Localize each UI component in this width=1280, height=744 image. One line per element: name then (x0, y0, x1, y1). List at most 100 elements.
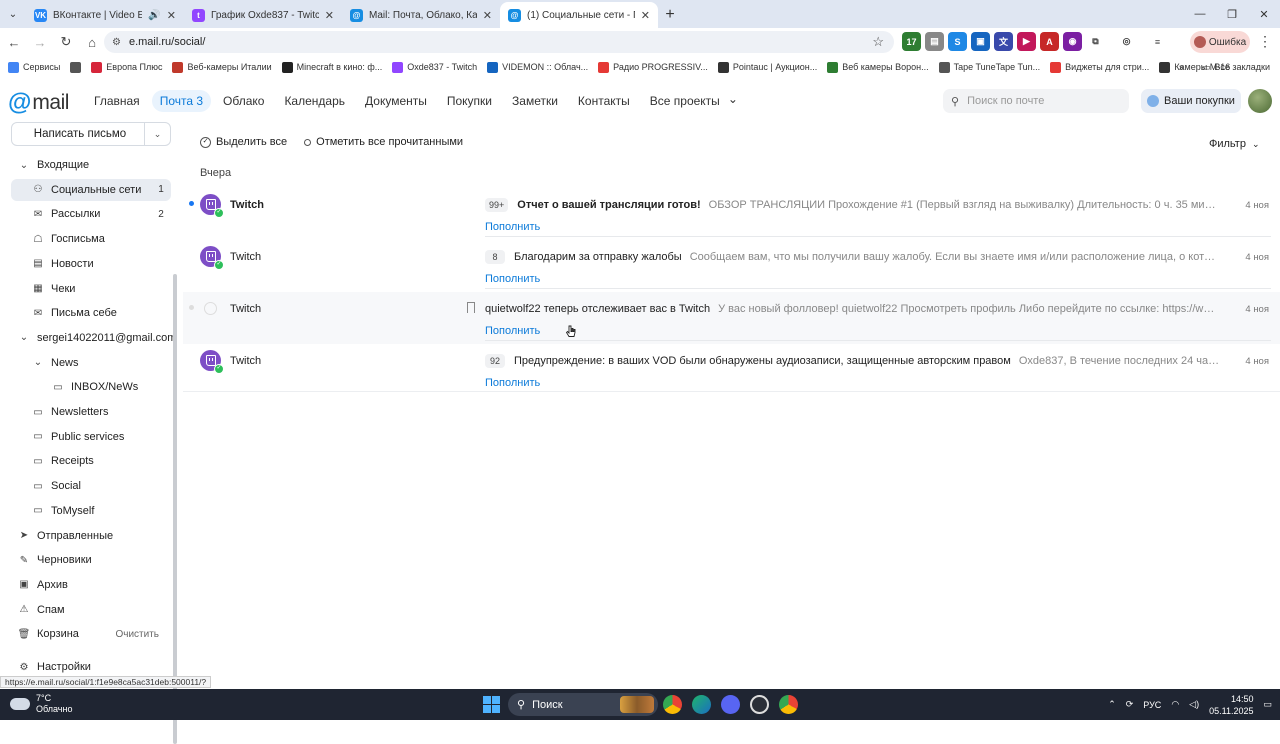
filter-button[interactable]: Фильтр ⌄ (1209, 138, 1260, 150)
nav-item[interactable]: Все проекты (642, 90, 728, 112)
restore-icon[interactable]: ❐ (1216, 0, 1248, 28)
sidebar-item[interactable]: ✉ Письма себе (11, 302, 171, 324)
close-tab-icon[interactable]: ✕ (325, 9, 334, 22)
nav-item[interactable]: Контакты (570, 90, 638, 112)
user-avatar[interactable] (1248, 89, 1272, 113)
sidebar-item[interactable]: ▤ Новости (11, 253, 171, 275)
all-bookmarks-button[interactable]: » ▭ Все закладки (1179, 56, 1270, 78)
clock[interactable]: 14:50 05.11.2025 (1209, 693, 1253, 717)
chevron-right-icon[interactable]: » (1179, 62, 1184, 72)
account-folder[interactable]: ▭ Public services (11, 426, 171, 448)
network-icon[interactable]: ⟳ (1126, 699, 1134, 710)
forward-icon[interactable]: → (28, 30, 52, 54)
bookmark-item[interactable]: Европа Плюс (91, 61, 162, 73)
folder-inbox[interactable]: ⌄ Входящие (11, 154, 171, 176)
extension-icon[interactable]: ◉ (1063, 32, 1082, 51)
topup-link[interactable]: Пополнить (485, 325, 540, 337)
clear-trash-button[interactable]: Очистить (115, 629, 159, 640)
home-icon[interactable]: ⌂ (80, 30, 104, 54)
bookmark-item[interactable]: Pointauc | Аукцион... (717, 61, 817, 73)
bookmark-flag-icon[interactable] (467, 302, 475, 313)
account-folder[interactable]: ▭ INBOX/NeWs (11, 376, 171, 398)
bookmark-item[interactable]: Tape TuneTape Tun... (938, 61, 1040, 73)
windows-start-icon[interactable] (483, 696, 500, 713)
settings-link[interactable]: ⚙ Настройки (11, 656, 171, 678)
close-tab-icon[interactable]: ✕ (483, 9, 492, 22)
extension-icon[interactable]: ▤ (925, 32, 944, 51)
extension-icon[interactable]: A (1040, 32, 1059, 51)
nav-item[interactable]: Покупки (439, 90, 500, 112)
language-indicator[interactable]: РУС (1143, 700, 1161, 710)
purchases-button[interactable]: Ваши покупки (1141, 89, 1241, 113)
close-tab-icon[interactable]: ✕ (167, 9, 176, 22)
bookmark-item[interactable]: Радио PROGRESSIV... (598, 61, 708, 73)
mail-logo[interactable]: @ mail (8, 89, 69, 117)
nav-item[interactable]: Документы (357, 90, 435, 112)
nav-item[interactable]: Календарь (276, 90, 353, 112)
chrome-icon[interactable] (663, 695, 682, 714)
message-row[interactable]: Twitch quietwolf22 теперь отслеживает вас… (183, 292, 1280, 344)
topup-link[interactable]: Пополнить (485, 273, 540, 285)
notifications-icon[interactable]: ▭ (1263, 699, 1272, 710)
account-folder[interactable]: ▭ Social (11, 475, 171, 497)
account-group[interactable]: ⌄ sergei14022011@gmail.com (11, 327, 177, 349)
message-row[interactable]: ✓ Twitch 99+ Отчет о вашей трансляции готов… (183, 188, 1280, 240)
system-folder[interactable]: ➤ Отправленные (11, 525, 171, 547)
tab-search-button[interactable]: ⌄ (0, 0, 26, 28)
speaker-icon[interactable]: 🔊 (148, 10, 160, 21)
nav-item[interactable]: Главная (86, 90, 148, 112)
account-folder[interactable]: ▭ Newsletters (11, 401, 171, 423)
nav-item[interactable]: Облако (215, 90, 272, 112)
chevron-down-icon[interactable]: ⌄ (728, 90, 738, 112)
system-folder[interactable]: ▣ Архив (11, 574, 171, 596)
minimize-icon[interactable]: — (1184, 0, 1216, 28)
compose-dropdown-icon[interactable]: ⌄ (144, 123, 170, 145)
error-button[interactable]: Ошибка (1190, 31, 1250, 53)
message-row[interactable]: ✓ Twitch 8 Благодарим за отправку жалобы Соо… (183, 240, 1280, 292)
bookmark-item[interactable]: VIDEMON :: Облач... (487, 61, 588, 73)
message-row[interactable]: ✓ Twitch 92 Предупреждение: в ваших VOD был… (183, 344, 1280, 396)
new-tab-button[interactable]: + (658, 2, 682, 28)
sidebar-scrollbar[interactable] (173, 274, 177, 744)
system-folder[interactable]: ⚠ Спам (11, 599, 171, 621)
reload-icon[interactable]: ↻ (54, 30, 78, 54)
extension-icon[interactable]: 17 (902, 32, 921, 51)
extension-icon[interactable]: S (948, 32, 967, 51)
back-icon[interactable]: ← (2, 30, 26, 54)
mark-all-read-button[interactable]: Отметить все прочитанными (304, 136, 463, 148)
weather-widget[interactable]: 7°C Облачно (10, 693, 72, 715)
bookmark-item[interactable]: Веб-камеры Италии (172, 61, 272, 73)
bookmark-item[interactable]: Oxde837 - Twitch (392, 61, 477, 73)
bookmark-item[interactable]: Minecraft в кино: ф... (281, 61, 382, 73)
chrome-icon[interactable] (779, 695, 798, 714)
sidebar-item[interactable]: ✉ Рассылки 2 (11, 203, 171, 225)
browser-tab-vk[interactable]: VK ВКонтакте | Video Ext 🔊 ✕ (26, 2, 184, 28)
browser-menu-icon[interactable]: ⋮ (1258, 33, 1272, 50)
taskbar-search[interactable]: ⚲ Поиск (508, 693, 658, 716)
discord-icon[interactable] (721, 695, 740, 714)
volume-icon[interactable]: ◁) (1189, 699, 1199, 710)
select-all-button[interactable]: ✓ Выделить все (200, 136, 287, 148)
edge-icon[interactable] (692, 695, 711, 714)
unread-dot-icon[interactable] (189, 201, 194, 206)
sidebar-item[interactable]: ▦ Чеки (11, 278, 171, 300)
system-folder[interactable]: 🗑 Корзина Очистить (11, 623, 171, 645)
extension-icon[interactable]: ▣ (971, 32, 990, 51)
address-bar[interactable]: ⚙ e.mail.ru/social/ ☆ (104, 31, 894, 53)
compose-button[interactable]: Написать письмо ⌄ (11, 122, 171, 146)
extension-icon[interactable]: ▶ (1017, 32, 1036, 51)
account-folder[interactable]: ▭ ToMyself (11, 500, 171, 522)
obs-icon[interactable] (750, 695, 769, 714)
search-input[interactable]: ⚲ Поиск по почте (943, 89, 1129, 113)
bookmark-item[interactable]: Виджеты для стри... (1050, 61, 1149, 73)
bookmark-item[interactable] (70, 61, 82, 73)
nav-item[interactable]: Заметки (504, 90, 566, 112)
profile-sync-icon[interactable]: ◎ (1117, 32, 1136, 51)
read-dot-icon[interactable] (189, 305, 194, 310)
sidebar-item[interactable]: ☖ Госписьма (11, 228, 171, 250)
close-window-icon[interactable]: ✕ (1248, 0, 1280, 28)
site-info-icon[interactable]: ⚙ (112, 37, 121, 48)
bookmark-star-icon[interactable]: ☆ (872, 34, 884, 50)
nav-item[interactable]: Почта 3 (151, 90, 212, 112)
account-folder[interactable]: ⌄ News (11, 352, 171, 374)
